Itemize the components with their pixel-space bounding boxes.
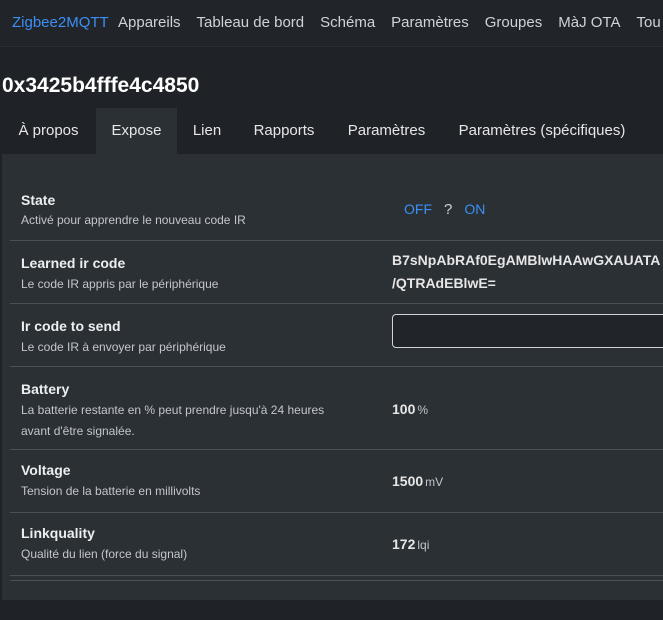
state-label: State: [21, 192, 56, 208]
nav-link-parametres[interactable]: Paramètres: [391, 14, 469, 31]
battery-value-number: 100: [392, 401, 416, 417]
ir-code-to-send-description: Le code IR à envoyer par périphérique: [21, 340, 226, 354]
expose-panel: State Activé pour apprendre le nouveau c…: [2, 154, 663, 600]
voltage-unit: mV: [425, 475, 444, 489]
learned-ir-code-value: B7sNpAbRAf0EgAMBlwHAAwGXAUATA /QTRAdEBlw…: [392, 249, 663, 295]
linkquality-value-number: 172: [392, 536, 416, 552]
row-linkquality: Linkquality Qualité du lien (force du si…: [10, 513, 663, 576]
learned-ir-code-label: Learned ir code: [21, 255, 126, 271]
learned-ir-code-description: Le code IR appris par le périphérique: [21, 277, 219, 291]
nav-link-schema[interactable]: Schéma: [320, 14, 375, 31]
learned-ir-code-line-2: /QTRAdEBlwE=: [392, 275, 496, 291]
voltage-description: Tension de la batterie en millivolts: [21, 484, 201, 498]
voltage-value-number: 1500: [392, 473, 424, 489]
ir-code-to-send-input[interactable]: [392, 314, 663, 348]
tab-expose[interactable]: Expose: [96, 108, 177, 154]
page-footer-area: [0, 600, 663, 620]
tab-a-propos[interactable]: À propos: [2, 108, 95, 154]
device-tabs: À propos Expose Lien Rapports Paramètres…: [0, 108, 663, 154]
nav-link-tableau-de-bord[interactable]: Tableau de bord: [197, 14, 305, 31]
tab-rapports[interactable]: Rapports: [237, 108, 331, 154]
row-battery: Battery La batterie restante en % peut p…: [10, 367, 663, 450]
nav-links: Appareils Tableau de bord Schéma Paramètres…: [118, 14, 663, 31]
voltage-label: Voltage: [21, 462, 71, 478]
state-toggle: OFF? ON: [404, 201, 485, 219]
nav-link-touchlink[interactable]: Tou: [636, 14, 660, 31]
state-on-button[interactable]: ON: [464, 201, 485, 217]
nav-link-appareils[interactable]: Appareils: [118, 14, 181, 31]
nav-link-maj-ota[interactable]: MàJ OTA: [558, 14, 620, 31]
linkquality-label: Linkquality: [21, 525, 95, 541]
battery-label: Battery: [21, 381, 70, 397]
linkquality-value: 172 lqi: [392, 536, 429, 552]
tab-parametres[interactable]: Paramètres: [331, 108, 442, 154]
ir-code-to-send-label: Ir code to send: [21, 318, 121, 334]
battery-description-line-1: La batterie restante en % peut prendre j…: [21, 403, 325, 417]
battery-value: 100%: [392, 401, 428, 417]
state-description: Activé pour apprendre le nouveau code IR: [21, 213, 246, 227]
battery-unit: %: [417, 403, 429, 417]
brand-link[interactable]: Zigbee2MQTT: [12, 14, 109, 31]
voltage-value: 1500 mV: [392, 473, 443, 489]
linkquality-description: Qualité du lien (force du signal): [21, 547, 188, 561]
state-unknown-indicator: ?: [444, 201, 453, 218]
top-navbar: Zigbee2MQTT Appareils Tableau de bord Sché…: [0, 0, 663, 47]
tab-lien[interactable]: Lien: [177, 108, 237, 154]
learned-ir-code-line-1: B7sNpAbRAf0EgAMBlwHAAwGXAUATA: [392, 252, 661, 268]
row-state: State Activé pour apprendre le nouveau c…: [10, 176, 663, 241]
state-off-button[interactable]: OFF: [404, 201, 432, 217]
battery-description: La batterie restante en % peut prendre j…: [21, 400, 324, 442]
linkquality-unit: lqi: [417, 538, 430, 552]
nav-link-groupes[interactable]: Groupes: [485, 14, 543, 31]
row-learned-ir-code: Learned ir code Le code IR appris par le…: [10, 241, 663, 304]
row-voltage: Voltage Tension de la batterie en milliv…: [10, 450, 663, 513]
device-title: 0x3425b4fffe4c4850: [2, 74, 200, 97]
panel-bottom-divider: [10, 576, 663, 581]
tab-parametres-specifiques[interactable]: Paramètres (spécifiques): [442, 108, 642, 154]
row-ir-code-to-send: Ir code to send Le code IR à envoyer par…: [10, 304, 663, 367]
battery-description-line-2: avant d'être signalée.: [21, 424, 135, 438]
